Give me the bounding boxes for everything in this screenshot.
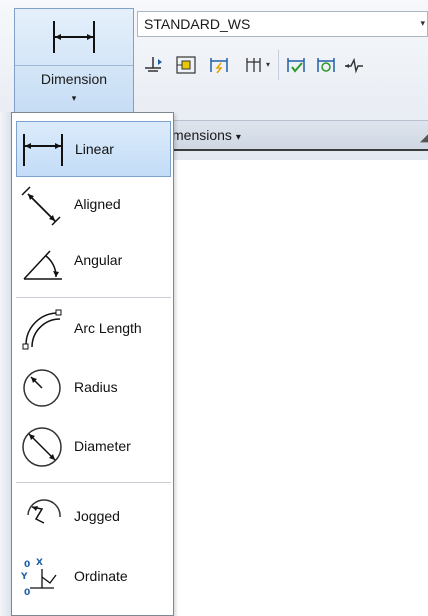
angular-icon xyxy=(23,250,62,280)
svg-text:X: X xyxy=(36,558,43,568)
aligned-icon xyxy=(21,186,61,226)
dimension-dropdown-menu: Linear Aligned Angular Arc Length Radius… xyxy=(11,112,174,616)
menu-left-strip xyxy=(0,112,11,616)
update-dimension-button[interactable] xyxy=(313,52,339,78)
jog-line-button[interactable] xyxy=(341,52,367,78)
chevron-down-icon[interactable]: ▾ xyxy=(236,132,241,143)
menu-item-label: Ordinate xyxy=(74,568,128,584)
menu-item-label: Jogged xyxy=(74,508,120,524)
dimension-break-icon xyxy=(210,58,228,74)
update-dimension-icon xyxy=(317,58,335,72)
menu-item-radius[interactable]: Radius xyxy=(16,360,171,416)
menu-separator xyxy=(16,482,171,483)
dimension-split-button[interactable]: Dimension ▾ xyxy=(14,8,134,118)
menu-item-label: Radius xyxy=(74,379,118,395)
radius-icon xyxy=(23,369,61,407)
toolbar-separator xyxy=(278,50,279,80)
ordinate-icon: 0 X Y 0 xyxy=(20,558,57,598)
menu-item-aligned[interactable]: Aligned xyxy=(16,177,171,233)
menu-item-ordinate[interactable]: 0 X Y 0 Ordinate xyxy=(16,549,171,605)
svg-text:0: 0 xyxy=(24,560,30,570)
menu-item-linear[interactable]: Linear xyxy=(16,121,171,177)
dimension-button-top[interactable] xyxy=(15,9,133,66)
jog-line-icon xyxy=(345,57,363,74)
inspect-dimension-button[interactable] xyxy=(283,52,309,78)
panel-expander-icon[interactable]: ◢ xyxy=(420,131,428,144)
jogged-icon xyxy=(27,499,61,524)
menu-item-label: Aligned xyxy=(74,196,121,212)
menu-item-angular[interactable]: Angular xyxy=(16,233,171,289)
panel-title[interactable]: mensions ▾ xyxy=(172,127,241,143)
diameter-icon xyxy=(22,427,62,467)
quick-dimension-icon xyxy=(145,57,162,72)
arc-length-icon xyxy=(22,309,62,350)
menu-item-jogged[interactable]: Jogged xyxy=(16,489,171,545)
chevron-down-icon[interactable]: ▾ xyxy=(420,18,425,29)
menu-item-label: Arc Length xyxy=(74,320,142,336)
dimension-button-label: Dimension xyxy=(40,71,108,87)
menu-item-label: Diameter xyxy=(74,438,131,454)
menu-separator xyxy=(16,297,171,298)
menu-item-diameter[interactable]: Diameter xyxy=(16,419,171,475)
dimension-style-select[interactable]: STANDARD_WS ▾ xyxy=(137,11,428,37)
continue-dimension-icon xyxy=(176,56,196,74)
quick-dimension-button[interactable] xyxy=(140,52,166,78)
svg-text:Y: Y xyxy=(20,572,28,582)
dimension-style-value: STANDARD_WS xyxy=(144,16,251,32)
linear-dimension-icon xyxy=(53,21,95,53)
continue-dimension-button[interactable] xyxy=(173,52,199,78)
menu-item-label: Linear xyxy=(75,141,114,157)
menu-item-arc-length[interactable]: Arc Length xyxy=(16,301,171,357)
menu-item-label: Angular xyxy=(74,252,123,268)
chevron-down-icon[interactable]: ▾ xyxy=(15,93,133,104)
linear-icon xyxy=(23,134,63,166)
dimension-space-icon xyxy=(246,58,261,72)
chevron-down-icon[interactable]: ▾ xyxy=(266,60,270,69)
inspect-dimension-icon xyxy=(287,58,305,73)
svg-text:0: 0 xyxy=(24,588,30,598)
dimension-break-button[interactable] xyxy=(206,52,232,78)
